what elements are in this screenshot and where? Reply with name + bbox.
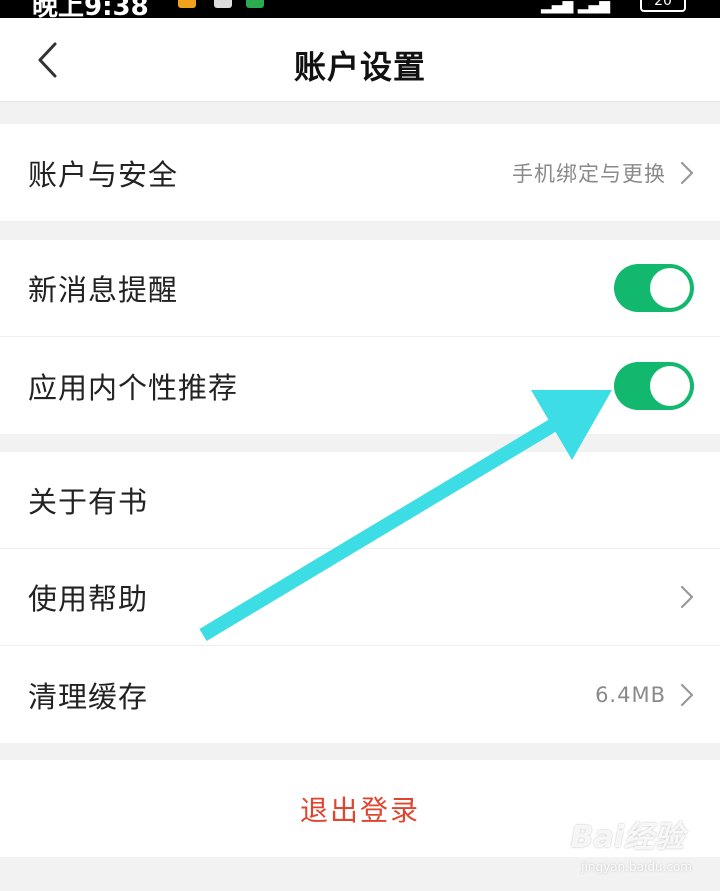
status-bar: 晚上9:38 ▂▄▆ ▂▄▆ 20 — [0, 0, 720, 18]
personal-recommend-item: 应用内个性推荐 — [0, 337, 720, 434]
baidu-watermark: Bai经验 — [570, 820, 684, 855]
help-item[interactable]: 使用帮助 — [0, 549, 720, 646]
toggle-knob — [650, 365, 690, 406]
clear-cache-label: 清理缓存 — [28, 679, 149, 714]
help-label: 使用帮助 — [28, 582, 149, 616]
personal-recommend-toggle[interactable] — [614, 361, 694, 410]
battery-level: 20 — [654, 0, 672, 9]
status-time: 晚上9:38 — [32, 0, 149, 18]
top-nav-bar: 账户设置 — [0, 18, 720, 102]
info-group: 关于有书 使用帮助 清理缓存 6.4MB — [0, 452, 720, 743]
chevron-right-icon — [680, 585, 694, 609]
new-message-label: 新消息提醒 — [28, 273, 179, 307]
new-message-toggle[interactable] — [614, 264, 694, 312]
account-security-value: 手机绑定与更换 — [512, 161, 666, 186]
wechat-icon — [214, 0, 232, 8]
battery-icon: 20 — [640, 0, 686, 12]
signal-icon: ▂▄▆ ▂▄▆ — [540, 0, 610, 14]
personal-recommend-label: 应用内个性推荐 — [28, 370, 239, 405]
app-icon — [246, 0, 264, 8]
account-security-label: 账户与安全 — [28, 157, 179, 192]
chevron-right-icon — [680, 683, 694, 706]
watermark-url: jingyan.baidu.com — [581, 860, 692, 874]
cache-size-value: 6.4MB — [595, 682, 666, 707]
toggle-knob — [650, 268, 690, 308]
new-message-item: 新消息提醒 — [0, 240, 720, 337]
account-group: 账户与安全 手机绑定与更换 — [0, 124, 720, 221]
about-label: 关于有书 — [28, 485, 149, 519]
account-security-item[interactable]: 账户与安全 手机绑定与更换 — [0, 124, 720, 221]
logout-label: 退出登录 — [299, 793, 420, 827]
page-title: 账户设置 — [293, 48, 426, 86]
clear-cache-item[interactable]: 清理缓存 6.4MB — [0, 646, 720, 743]
about-item[interactable]: 关于有书 — [0, 452, 720, 549]
notification-icon — [178, 0, 196, 8]
chevron-right-icon — [680, 161, 694, 184]
notification-group: 新消息提醒 应用内个性推荐 — [0, 240, 720, 434]
